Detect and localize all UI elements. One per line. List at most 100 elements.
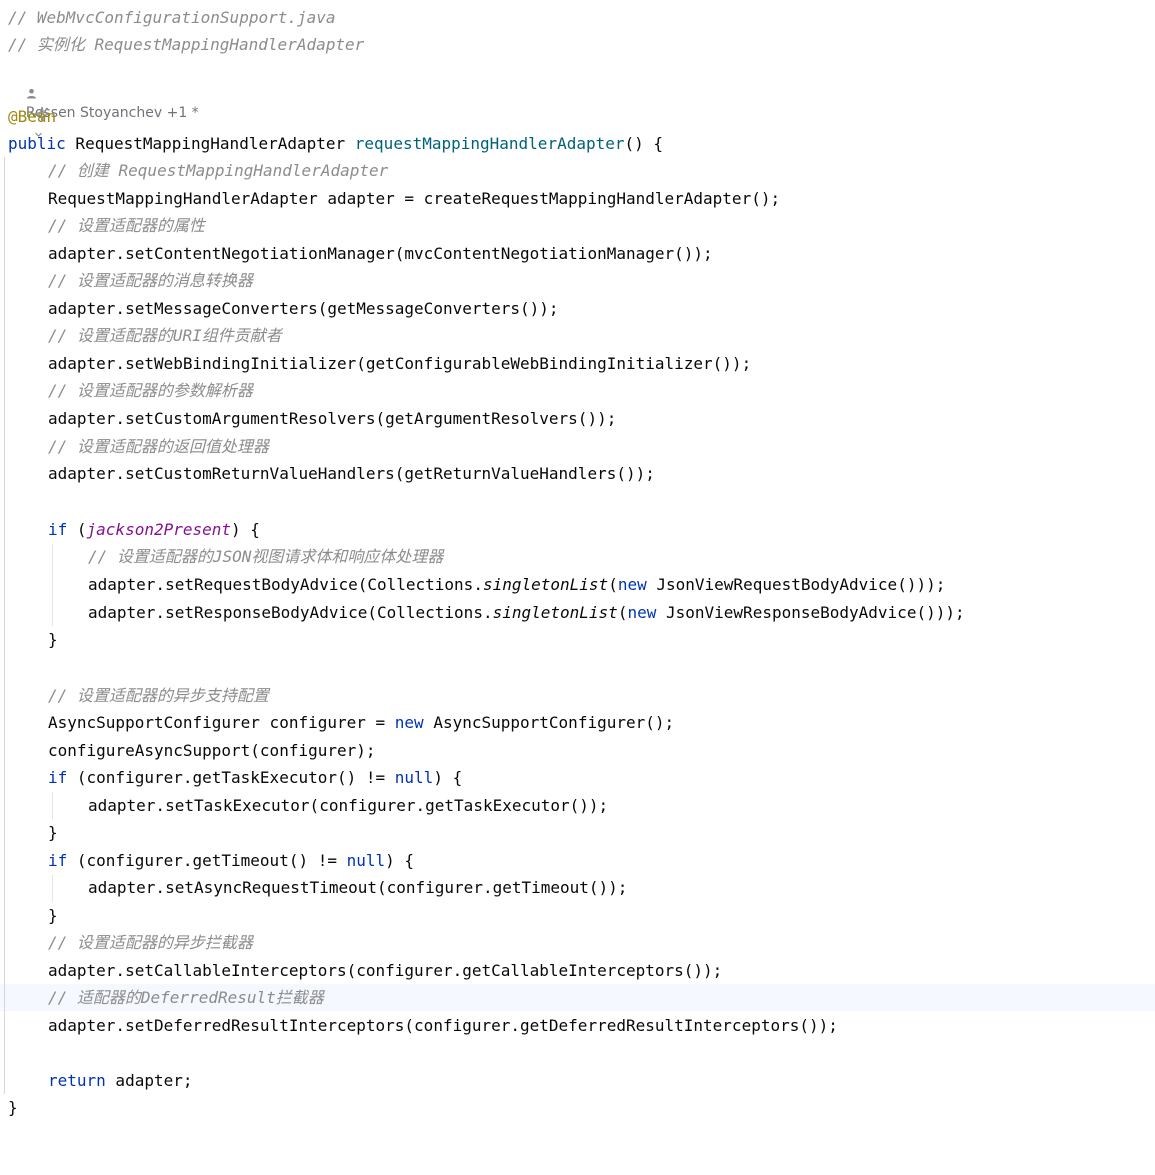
call-text: adapter.setRequestBodyAdvice(Collections… [88,575,483,594]
code-line: @Bean [0,103,1155,130]
static-method: singletonList [492,603,618,622]
comment: // WebMvcConfigurationSupport.java [8,8,336,27]
indent-guide [4,157,5,1094]
code-line: // 设置适配器的异步支持配置 [0,682,1155,709]
code-line: // 设置适配器的属性 [0,212,1155,239]
closing-brace: } [48,630,58,649]
field-ref: jackson2Present [86,520,232,539]
keyword: if [48,768,68,787]
statement: adapter.setCallableInterceptors(configur… [48,961,723,980]
call-text: adapter; [105,1071,193,1090]
punct: ( [608,575,618,594]
code-line: adapter.setTaskExecutor(configurer.getTa… [0,792,1155,819]
statement: adapter.setCustomReturnValueHandlers(get… [48,464,655,483]
call-text: JsonViewResponseBodyAdvice())); [656,603,965,622]
statement: adapter.setDeferredResultInterceptors(co… [48,1016,838,1035]
author-inlay-hint[interactable]: Rossen Stoyanchev +1 * [8,63,199,121]
code-line: } [0,1094,1155,1121]
statement: adapter.setAsyncRequestTimeout(configure… [88,878,628,897]
code-line: adapter.setRequestBodyAdvice(Collections… [0,571,1155,598]
condition: (configurer.getTimeout() != [67,851,347,870]
statement: adapter.setCustomArgumentResolvers(getAr… [48,409,617,428]
code-line: if (configurer.getTimeout() != null) { [0,847,1155,874]
comment: // 设置适配器的消息转换器 [48,271,253,290]
static-method: singletonList [482,575,609,594]
if-statement: if (jackson2Present) { [48,516,260,543]
code-line: // 设置适配器的JSON视图请求体和响应体处理器 [0,543,1155,570]
punct: ) { [231,520,260,539]
code-line: if (jackson2Present) { [0,516,1155,543]
current-line[interactable]: // 适配器的DeferredResult拦截器 [0,984,1155,1011]
condition: (configurer.getTaskExecutor() != [67,768,395,787]
keyword: null [394,768,434,787]
code-line: // 设置适配器的异步拦截器 [0,929,1155,956]
keyword: if [48,851,68,870]
call-text: AsyncSupportConfigurer(); [423,713,675,732]
code-line: adapter.setAsyncRequestTimeout(configure… [0,874,1155,901]
comment: // 设置适配器的异步拦截器 [48,933,253,952]
code-line: return adapter; [0,1067,1155,1094]
code-line: AsyncSupportConfigurer configurer = new … [0,709,1155,736]
code-line: } [0,819,1155,846]
keyword: null [346,851,386,870]
code-editor[interactable]: // WebMvcConfigurationSupport.java // 实例… [0,0,1155,1124]
code-line: public RequestMappingHandlerAdapter requ… [0,130,1155,157]
statement: adapter.setContentNegotiationManager(mvc… [48,244,713,263]
code-line: RequestMappingHandlerAdapter adapter = c… [0,185,1155,212]
statement: adapter.setMessageConverters(getMessageC… [48,299,559,318]
comment: // 设置适配器的JSON视图请求体和响应体处理器 [88,547,444,566]
keyword: public [8,134,66,153]
code-line: adapter.setCustomArgumentResolvers(getAr… [0,405,1155,432]
code-line: adapter.setCallableInterceptors(configur… [0,957,1155,984]
statement: AsyncSupportConfigurer configurer = new … [48,709,674,736]
keyword: new [627,603,657,622]
return-statement: return adapter; [48,1067,193,1094]
ai-actions-menu[interactable] [16,84,51,137]
statement: adapter.setTaskExecutor(configurer.getTa… [88,796,609,815]
comment: // 设置适配器的URI组件贡献者 [48,326,282,345]
comment: // 设置适配器的参数解析器 [48,381,253,400]
keyword: new [394,713,424,732]
code-line: adapter.setWebBindingInitializer(getConf… [0,350,1155,377]
keyword: new [617,575,647,594]
call-text: JsonViewRequestBodyAdvice())); [646,575,946,594]
keyword: if [48,520,68,539]
punct: ( [617,603,628,622]
statement: configureAsyncSupport(configurer); [48,741,376,760]
closing-brace: } [48,906,58,925]
closing-brace: } [48,823,58,842]
statement: RequestMappingHandlerAdapter adapter = c… [48,189,781,208]
punct: ) { [433,768,463,787]
code-line: // 设置适配器的消息转换器 [0,267,1155,294]
call-text: adapter.setResponseBodyAdvice(Collection… [88,603,493,622]
comment: // 设置适配器的返回值处理器 [48,437,269,456]
code-line: } [0,626,1155,653]
code-line: // 设置适配器的返回值处理器 [0,433,1155,460]
if-statement: if (configurer.getTaskExecutor() != null… [48,764,462,791]
comment: // 设置适配器的属性 [48,216,205,235]
code-line: adapter.setCustomReturnValueHandlers(get… [0,460,1155,487]
keyword: return [48,1071,106,1090]
statement: adapter.setWebBindingInitializer(getConf… [48,354,752,373]
signature: public RequestMappingHandlerAdapter requ… [8,130,663,157]
code-line: configureAsyncSupport(configurer); [0,737,1155,764]
code-line: // 创建 RequestMappingHandlerAdapter [0,157,1155,184]
comment: // 实例化 RequestMappingHandlerAdapter [8,35,365,54]
method-name: requestMappingHandlerAdapter [354,134,625,153]
code-line: // WebMvcConfigurationSupport.java [0,4,1155,31]
punct: () { [624,134,664,153]
punct: ) { [385,851,415,870]
if-statement: if (configurer.getTimeout() != null) { [48,847,414,874]
code-line: adapter.setResponseBodyAdvice(Collection… [0,599,1155,626]
code-line: if (configurer.getTaskExecutor() != null… [0,764,1155,791]
annotation: @Bean [8,107,57,126]
statement: adapter.setRequestBodyAdvice(Collections… [88,571,945,598]
code-line: adapter.setContentNegotiationManager(mvc… [0,240,1155,267]
comment: // 创建 RequestMappingHandlerAdapter [48,161,389,180]
call-text: AsyncSupportConfigurer configurer = [48,713,395,732]
code-line: adapter.setDeferredResultInterceptors(co… [0,1012,1155,1039]
code-line: } [0,902,1155,929]
comment: // 设置适配器的异步支持配置 [48,686,269,705]
code-line: // 设置适配器的URI组件贡献者 [0,322,1155,349]
return-type: RequestMappingHandlerAdapter [65,134,355,153]
